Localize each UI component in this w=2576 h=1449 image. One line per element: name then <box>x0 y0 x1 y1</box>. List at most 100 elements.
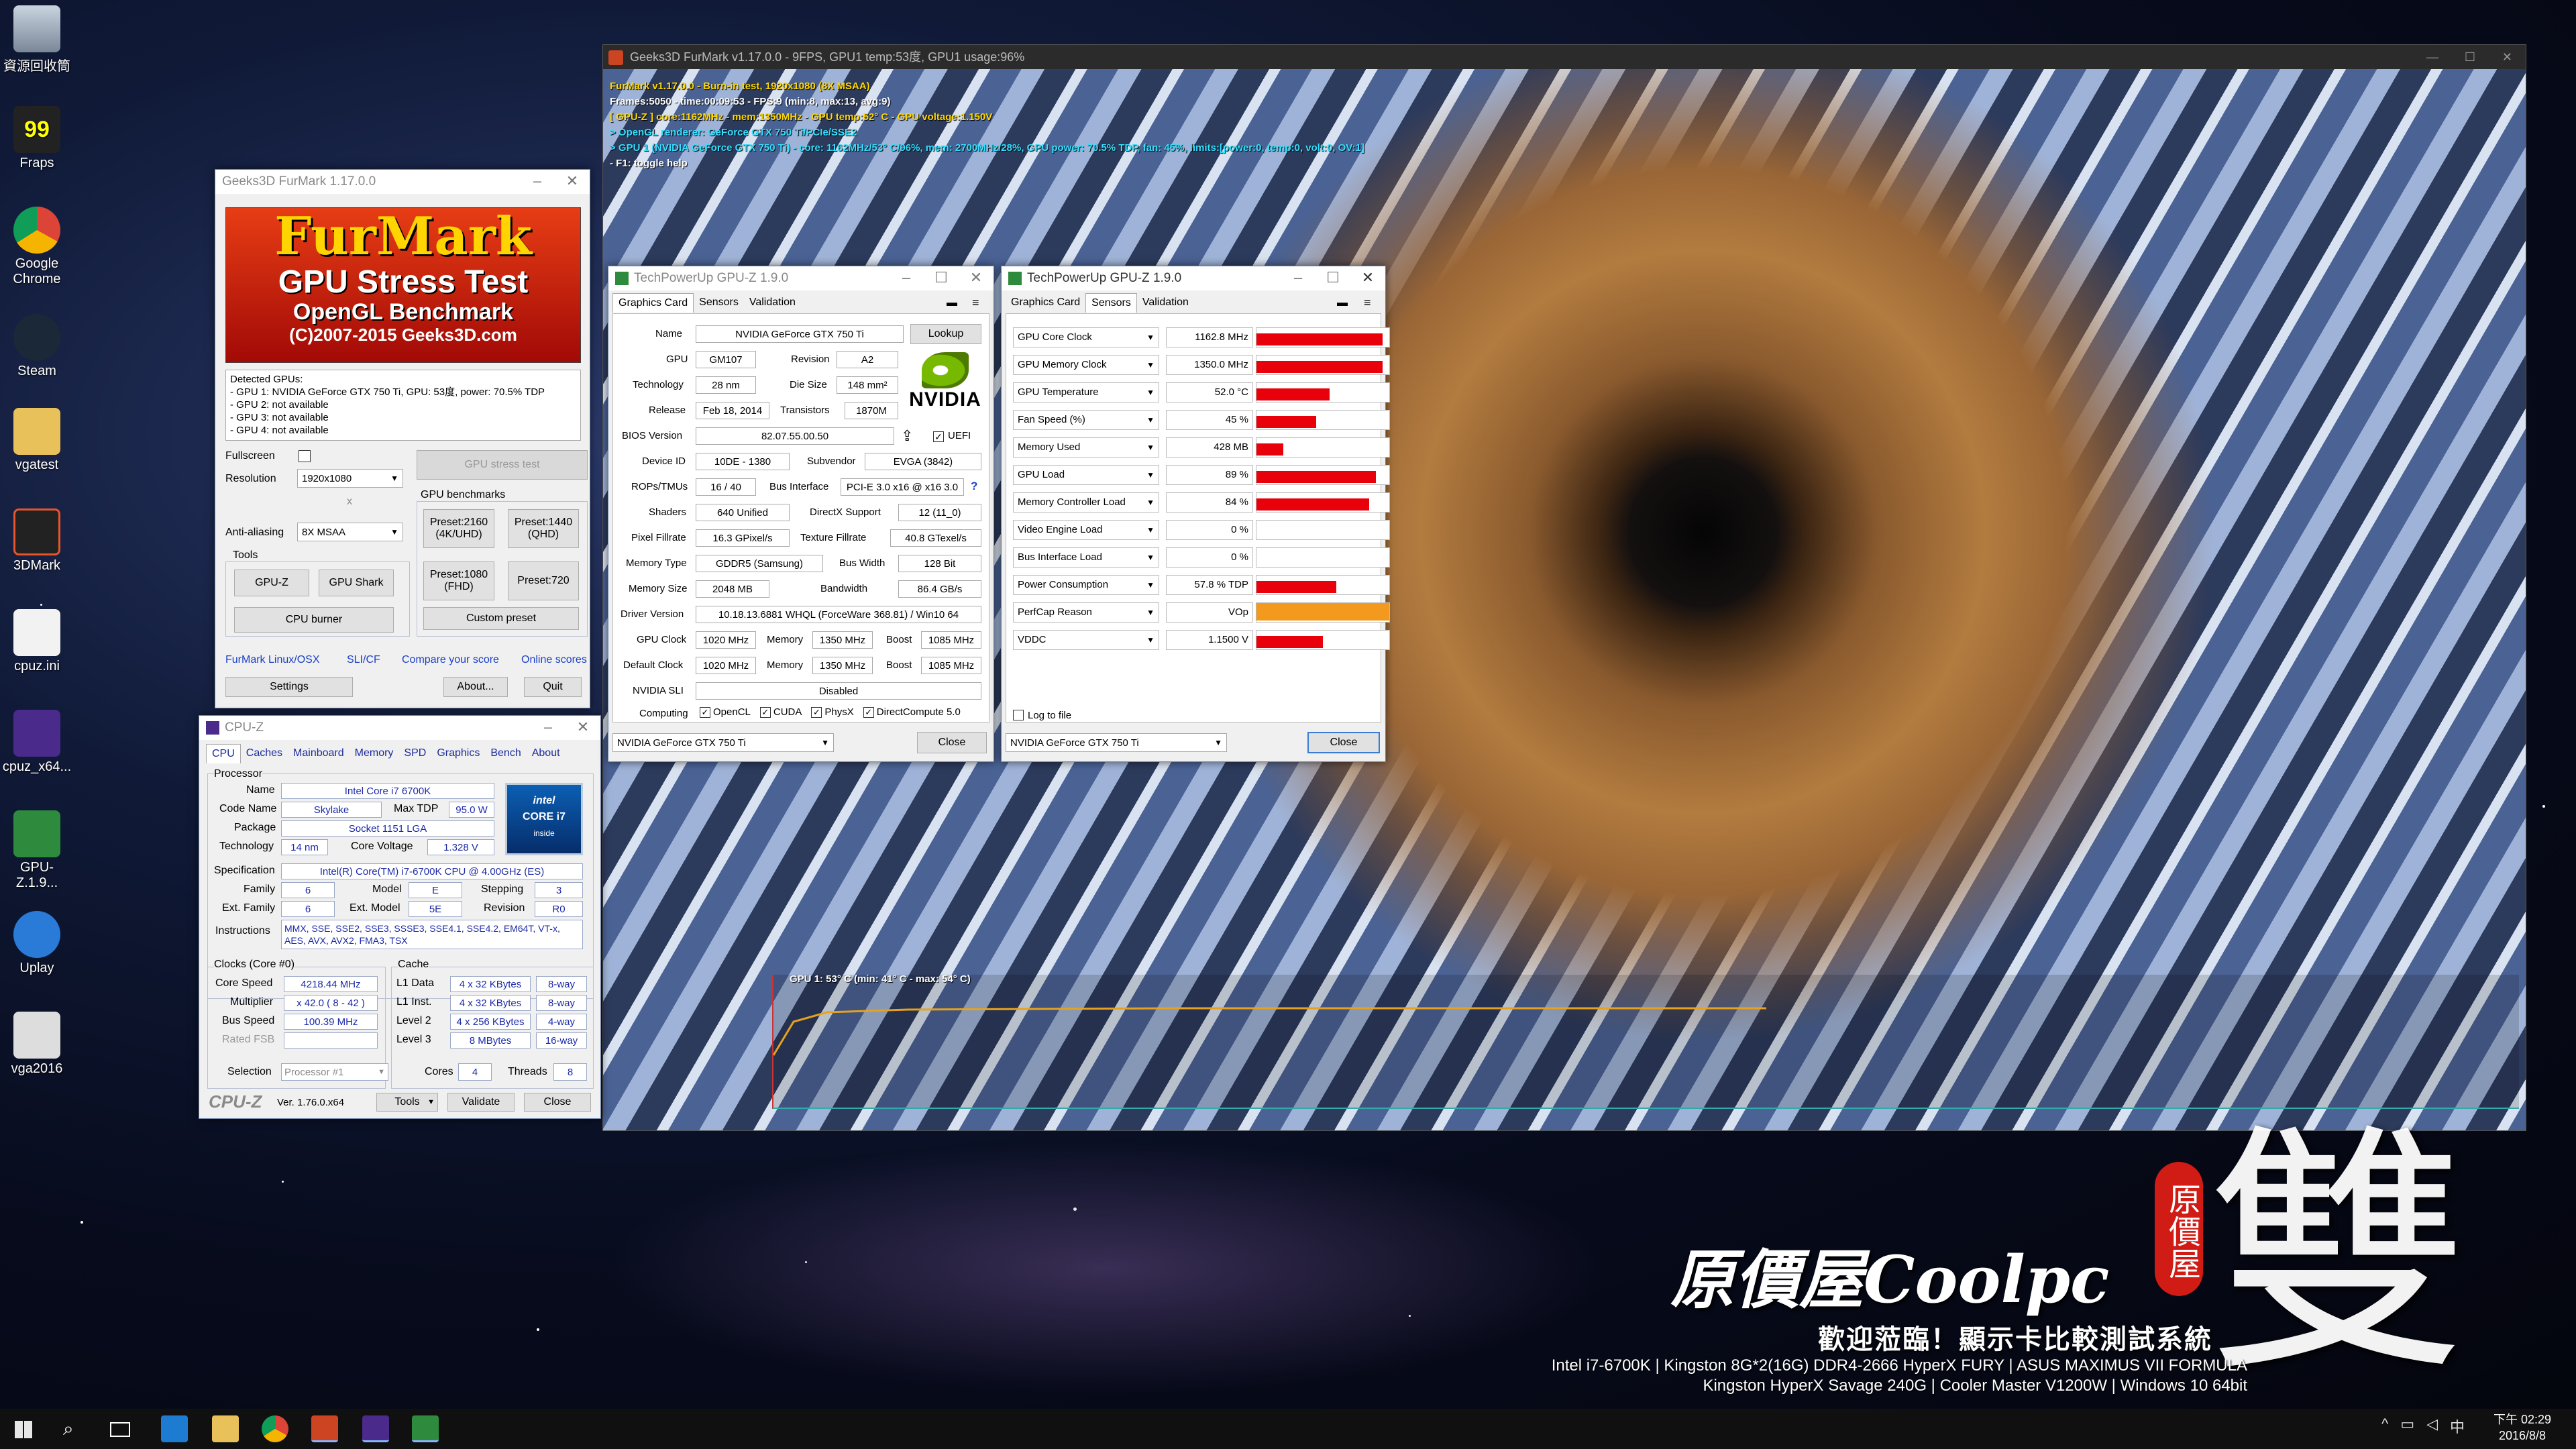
gpuz-taskbar-icon[interactable] <box>412 1415 439 1442</box>
maximize-icon[interactable]: ☐ <box>2465 45 2475 69</box>
cpu-burner-button[interactable]: CPU burner <box>234 607 394 633</box>
volume-icon[interactable]: ◁ <box>2426 1415 2438 1437</box>
minimize-icon[interactable]: — <box>2426 45 2438 69</box>
ini-file-icon[interactable]: cpuz.ini <box>0 609 74 674</box>
maximize-icon[interactable]: ☐ <box>1316 266 1350 290</box>
fullscreen-checkbox[interactable] <box>299 450 311 462</box>
link-sli-cf[interactable]: SLI/CF <box>347 654 380 666</box>
window-titlebar[interactable]: CPU-Z – ✕ <box>199 716 600 740</box>
chrome-icon[interactable]: Google Chrome <box>0 207 74 287</box>
minimize-icon[interactable]: – <box>889 266 924 290</box>
window-titlebar[interactable]: Geeks3D FurMark 1.17.0.0 – ✕ <box>215 170 590 194</box>
tab-sensors[interactable]: Sensors <box>1085 293 1137 313</box>
gpuz-sensors-window[interactable]: TechPowerUp GPU-Z 1.9.0 – ☐ ✕ Graphics Car… <box>1001 266 1390 762</box>
cpuz-taskbar-icon[interactable] <box>362 1415 389 1442</box>
sensor-name[interactable]: Video Engine Load ▼ <box>1013 520 1159 540</box>
sensor-name[interactable]: Bus Interface Load ▼ <box>1013 547 1159 568</box>
steam-icon[interactable]: Steam <box>0 314 74 379</box>
close-button[interactable]: Close <box>917 732 987 753</box>
window-titlebar[interactable]: Geeks3D FurMark v1.17.0.0 - 9FPS, GPU1 t… <box>603 45 2526 69</box>
network-icon[interactable]: ▭ <box>2400 1415 2414 1437</box>
tab-spd[interactable]: SPD <box>398 744 431 763</box>
clock[interactable]: 下午 02:29 2016/8/8 <box>2482 1411 2563 1444</box>
tab-cpu[interactable]: CPU <box>206 744 241 763</box>
start-icon[interactable] <box>15 1421 32 1438</box>
share-icon[interactable]: ⇪ <box>901 427 913 445</box>
gpuz-icon[interactable]: GPU-Z.1.9... <box>0 810 74 891</box>
uplay-icon[interactable]: Uplay <box>0 911 74 976</box>
tab-mainboard[interactable]: Mainboard <box>288 744 350 763</box>
fraps-icon[interactable]: 99 Fraps <box>0 106 74 171</box>
chrome-taskbar-icon[interactable] <box>262 1415 288 1442</box>
search-icon[interactable]: ⌕ <box>63 1418 74 1440</box>
sensor-name[interactable]: Memory Controller Load ▼ <box>1013 492 1159 513</box>
close-icon[interactable]: ✕ <box>1350 266 1385 290</box>
close-icon[interactable]: ✕ <box>566 716 600 740</box>
sensor-name[interactable]: GPU Memory Clock ▼ <box>1013 355 1159 375</box>
close-button[interactable]: Close <box>1307 732 1380 753</box>
preset-1080-button[interactable]: Preset:1080 (FHD) <box>423 561 494 600</box>
quit-button[interactable]: Quit <box>524 677 582 697</box>
furmark-taskbar-icon[interactable] <box>311 1415 338 1442</box>
recycle-bin-icon[interactable]: 資源回收筒 <box>0 5 74 74</box>
settings-button[interactable]: Settings <box>225 677 353 697</box>
tab-validation[interactable]: Validation <box>744 293 801 313</box>
tab-caches[interactable]: Caches <box>241 744 288 763</box>
close-icon[interactable]: ✕ <box>959 266 994 290</box>
sensor-name[interactable]: GPU Core Clock ▼ <box>1013 327 1159 347</box>
sensor-name[interactable]: VDDC ▼ <box>1013 630 1159 650</box>
tools-button[interactable]: Tools ▼ <box>376 1093 438 1112</box>
close-icon[interactable]: ✕ <box>2502 45 2512 69</box>
3dmark-icon[interactable]: 3DMark <box>0 508 74 574</box>
link-compare-score[interactable]: Compare your score <box>402 654 499 666</box>
furmark-launcher-window[interactable]: Geeks3D FurMark 1.17.0.0 – ✕ FurMark GPU … <box>215 169 590 708</box>
minimize-icon[interactable]: – <box>531 716 566 740</box>
camera-icon[interactable]: ▬ <box>1337 297 1348 309</box>
window-titlebar[interactable]: TechPowerUp GPU-Z 1.9.0 – ☐ ✕ <box>608 266 994 290</box>
preset-1440-button[interactable]: Preset:1440 (QHD) <box>508 509 579 548</box>
ime-icon[interactable]: 中 <box>2450 1415 2465 1437</box>
tab-bench[interactable]: Bench <box>485 744 526 763</box>
tab-memory[interactable]: Memory <box>350 744 399 763</box>
gpu-select[interactable]: NVIDIA GeForce GTX 750 Ti ▼ <box>612 733 834 752</box>
minimize-icon[interactable]: – <box>520 170 555 194</box>
tab-graphics-card[interactable]: Graphics Card <box>612 293 694 313</box>
log-checkbox[interactable] <box>1013 710 1024 720</box>
edge-icon[interactable] <box>161 1415 188 1442</box>
window-titlebar[interactable]: TechPowerUp GPU-Z 1.9.0 – ☐ ✕ <box>1002 266 1385 290</box>
help-icon[interactable]: ? <box>971 480 977 493</box>
validate-button[interactable]: Validate <box>447 1093 515 1112</box>
about-button[interactable]: About... <box>443 677 508 697</box>
gpu-stress-test-button[interactable]: GPU stress test <box>417 450 588 480</box>
tab-about[interactable]: About <box>527 744 566 763</box>
close-button[interactable]: Close <box>524 1093 591 1112</box>
close-icon[interactable]: ✕ <box>555 170 590 194</box>
gpuz-button[interactable]: GPU-Z <box>234 570 309 596</box>
sensor-name[interactable]: GPU Temperature ▼ <box>1013 382 1159 402</box>
tab-sensors[interactable]: Sensors <box>694 293 744 313</box>
lookup-button[interactable]: Lookup <box>910 324 981 344</box>
maximize-icon[interactable]: ☐ <box>924 266 959 290</box>
sensor-name[interactable]: Power Consumption ▼ <box>1013 575 1159 595</box>
custom-preset-button[interactable]: Custom preset <box>423 607 579 630</box>
preset-720-button[interactable]: Preset:720 <box>508 561 579 600</box>
link-linux-osx[interactable]: FurMark Linux/OSX <box>225 654 319 666</box>
task-view-icon[interactable] <box>110 1422 130 1437</box>
cpuz-window[interactable]: CPU-Z – ✕ CPU Caches Mainboard Memory SPD… <box>199 715 601 1119</box>
sensor-name[interactable]: Fan Speed (%) ▼ <box>1013 410 1159 430</box>
gpu-select[interactable]: NVIDIA GeForce GTX 750 Ti ▼ <box>1006 733 1227 752</box>
cpuz-icon[interactable]: cpuz_x64... <box>0 710 74 775</box>
folder-icon[interactable]: vgatest <box>0 408 74 473</box>
preset-2160-button[interactable]: Preset:2160 (4K/UHD) <box>423 509 494 548</box>
camera-icon[interactable]: ▬ <box>947 297 957 309</box>
sensor-name[interactable]: PerfCap Reason ▼ <box>1013 602 1159 623</box>
minimize-icon[interactable]: – <box>1281 266 1316 290</box>
tab-validation[interactable]: Validation <box>1137 293 1194 313</box>
processor-select[interactable]: Processor #1 ▼ <box>281 1063 388 1081</box>
tab-graphics[interactable]: Graphics <box>431 744 485 763</box>
tab-graphics-card[interactable]: Graphics Card <box>1006 293 1085 313</box>
menu-icon[interactable]: ≡ <box>972 296 979 310</box>
gpuz-card-window[interactable]: TechPowerUp GPU-Z 1.9.0 – ☐ ✕ Graphics Car… <box>608 266 994 762</box>
menu-icon[interactable]: ≡ <box>1364 296 1371 310</box>
gpu-shark-button[interactable]: GPU Shark <box>319 570 394 596</box>
